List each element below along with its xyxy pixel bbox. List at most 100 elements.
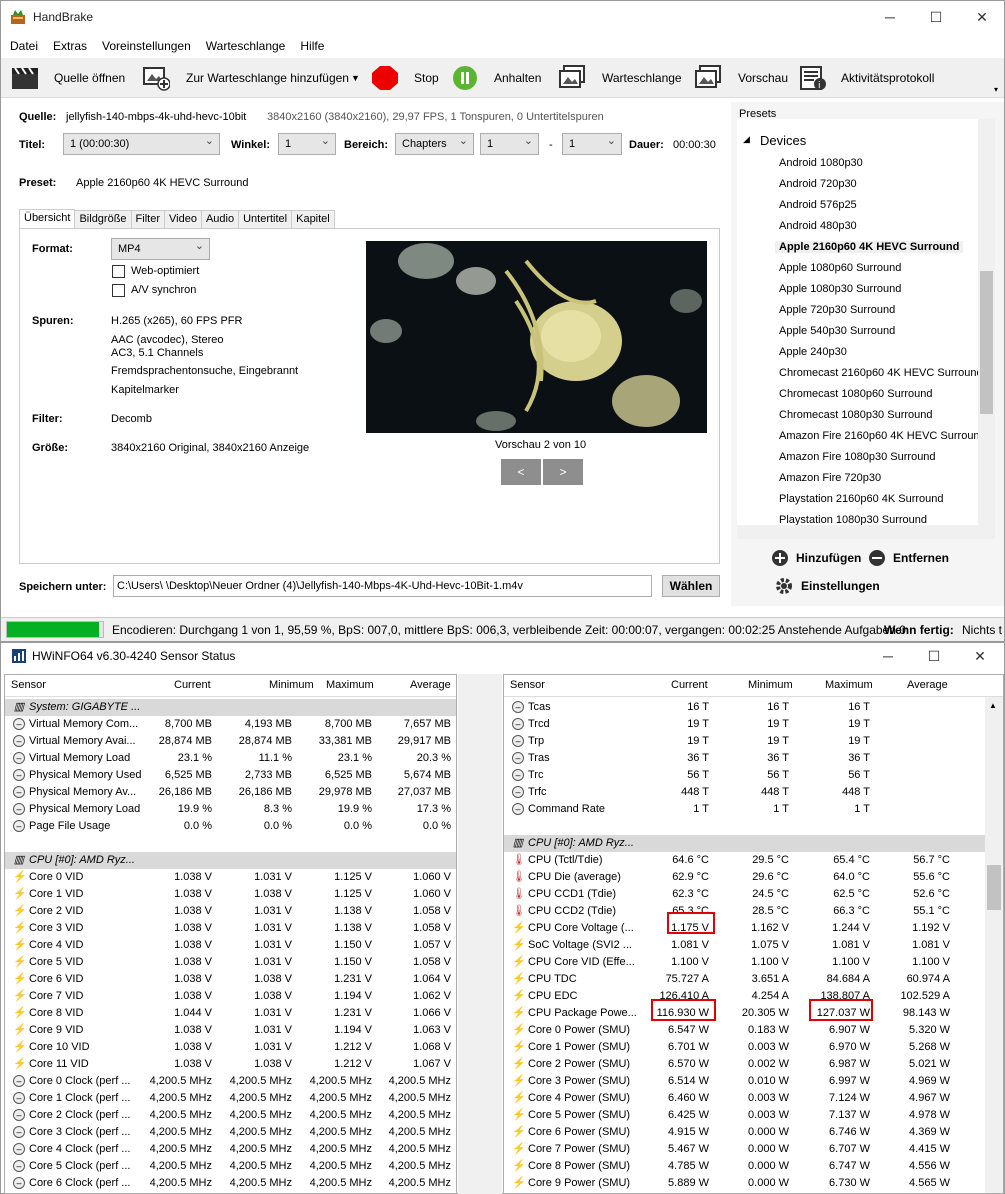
col-current-r[interactable]: Current [671, 679, 708, 691]
table-row[interactable]: – Virtual Memory Load 23.1 % 11.1 % 23.1 % 20… [5, 750, 456, 767]
table-row[interactable]: ⚡ Core 7 VID 1.038 V 1.038 V 1.194 V 1.062 V [5, 988, 456, 1005]
table-row[interactable]: – Physical Memory Av... 26,186 MB 26,186 MB… [5, 784, 456, 801]
table-row[interactable]: ⚡ Core 8 Power (SMU) 4.785 W 0.000 W 6.747 W… [504, 1158, 1003, 1175]
table-row[interactable]: ⚡ CPU Package Powe... 116.930 W 20.305 W 127… [504, 1005, 1003, 1022]
preset-item[interactable]: Android 576p25 [779, 199, 857, 211]
table-row[interactable]: ⚡ Core 0 Power (SMU) 6.547 W 0.183 W 6.907 W… [504, 1022, 1003, 1039]
col-maximum[interactable]: Maximum [326, 679, 374, 691]
table-row[interactable]: – Trc 56 T 56 T 56 T [504, 767, 1003, 784]
angle-select[interactable]: 1 [278, 131, 336, 155]
when-done-value[interactable]: Nichts t [962, 623, 1002, 637]
tab-filters[interactable]: Filter [130, 210, 165, 229]
table-row[interactable]: – Virtual Memory Com... 8,700 MB 4,193 MB 8,… [5, 716, 456, 733]
preset-item[interactable]: Amazon Fire 1080p30 Surround [779, 451, 936, 463]
preset-item[interactable]: Amazon Fire 2160p60 4K HEVC Surround [779, 430, 986, 442]
activity-log-button[interactable]: Aktivitätsprotokoll [841, 66, 934, 90]
table-row[interactable]: ⚡ CPU TDC 75.727 A 3.651 A 84.684 A 60.974 A [504, 971, 1003, 988]
table-row[interactable]: ⚡ SoC Voltage (SVI2 ... 1.081 V 1.075 V 1.08… [504, 937, 1003, 954]
preset-item[interactable]: Amazon Fire 720p30 [779, 472, 881, 484]
remove-preset-button[interactable]: Entfernen [893, 551, 949, 565]
table-row[interactable]: – Tcas 16 T 16 T 16 T [504, 699, 1003, 716]
preset-item[interactable]: Android 1080p30 [779, 157, 863, 169]
table-row[interactable]: – Trp 19 T 19 T 19 T [504, 733, 1003, 750]
col-minimum[interactable]: Minimum [269, 679, 314, 691]
range-from-select[interactable]: 1 [480, 131, 539, 155]
table-row[interactable]: 🌡 CPU (Tctl/Tdie) 64.6 °C 29.5 °C 65.4 °C 56.… [504, 852, 1003, 869]
table-row[interactable]: – Core 6 Clock (perf ... 4,200.5 MHz 4,200.… [5, 1175, 456, 1192]
table-row[interactable]: ⚡ Core 0 VID 1.038 V 1.031 V 1.125 V 1.060 V [5, 869, 456, 886]
add-preset-button[interactable]: Hinzufügen [796, 551, 861, 565]
col-maximum-r[interactable]: Maximum [825, 679, 873, 691]
preview-button[interactable]: Vorschau [738, 66, 788, 90]
queue-button[interactable]: Warteschlange [602, 66, 682, 90]
table-row[interactable]: ⚡ Core 5 Power (SMU) 6.425 W 0.003 W 7.137 W… [504, 1107, 1003, 1124]
format-select[interactable]: MP4 [111, 236, 210, 260]
preset-item[interactable]: Chromecast 2160p60 4K HEVC Surround [779, 367, 983, 379]
table-row[interactable]: ⚡ Core 4 VID 1.038 V 1.031 V 1.150 V 1.057 V [5, 937, 456, 954]
table-row[interactable]: – Core 5 Clock (perf ... 4,200.5 MHz 4,200.… [5, 1158, 456, 1175]
preset-item[interactable]: Apple 1080p30 Surround [779, 283, 901, 295]
col-average[interactable]: Average [410, 679, 451, 691]
preset-item[interactable]: Chromecast 1080p60 Surround [779, 388, 932, 400]
preset-item[interactable]: Apple 240p30 [779, 346, 847, 358]
menu-file[interactable]: Datei [1, 37, 44, 55]
group-header[interactable]: ▥ CPU [#0]: AMD Ryz... [5, 852, 456, 869]
col-current[interactable]: Current [174, 679, 211, 691]
table-row[interactable]: ⚡ Core 9 VID 1.038 V 1.031 V 1.194 V 1.063 V [5, 1022, 456, 1039]
col-sensor-r[interactable]: Sensor [510, 679, 545, 691]
table-row[interactable]: ⚡ Core 7 Power (SMU) 5.467 W 0.000 W 6.707 W… [504, 1141, 1003, 1158]
dropdown-arrow-icon[interactable]: ▼ [351, 66, 360, 90]
sensor-scrollbar[interactable] [985, 697, 1003, 1193]
stop-button[interactable]: Stop [414, 66, 439, 90]
table-row[interactable]: 🌡 CPU CCD2 (Tdie) 65.3 °C 28.5 °C 66.3 °C 55.… [504, 903, 1003, 920]
table-row[interactable]: ⚡ Core 11 VID 1.038 V 1.038 V 1.212 V 1.067 V [5, 1056, 456, 1073]
preset-item[interactable]: Apple 2160p60 4K HEVC Surround [775, 241, 964, 253]
col-sensor[interactable]: Sensor [11, 679, 46, 691]
preset-item[interactable]: Apple 1080p60 Surround [779, 262, 901, 274]
preset-item[interactable]: Playstation 2160p60 4K Surround [779, 493, 944, 505]
table-row[interactable]: – Core 4 Clock (perf ... 4,200.5 MHz 4,200.… [5, 1141, 456, 1158]
close-button[interactable]: ✕ [959, 1, 1005, 33]
table-row[interactable]: ⚡ Core 10 VID 1.038 V 1.031 V 1.212 V 1.068 V [5, 1039, 456, 1056]
pause-button[interactable]: Anhalten [494, 66, 541, 90]
preview-prev-button[interactable]: < [501, 459, 541, 485]
menu-tools[interactable]: Extras [44, 37, 93, 55]
col-minimum-r[interactable]: Minimum [748, 679, 793, 691]
table-row[interactable]: – Core 1 Clock (perf ... 4,200.5 MHz 4,200.… [5, 1090, 456, 1107]
sensor-scroll-thumb[interactable] [987, 865, 1001, 910]
preset-item[interactable]: Chromecast 1080p30 Surround [779, 409, 932, 421]
table-row[interactable]: ⚡ Core 3 VID 1.038 V 1.031 V 1.138 V 1.058 V [5, 920, 456, 937]
table-row[interactable]: – Tras 36 T 36 T 36 T [504, 750, 1003, 767]
table-row[interactable]: – Core 2 Clock (perf ... 4,200.5 MHz 4,200.… [5, 1107, 456, 1124]
table-row[interactable]: 🌡 CPU Die (average) 62.9 °C 29.6 °C 64.0 °C 5… [504, 869, 1003, 886]
open-source-button[interactable]: Quelle öffnen [54, 66, 125, 90]
table-row[interactable]: – Core 3 Clock (perf ... 4,200.5 MHz 4,200.… [5, 1124, 456, 1141]
maximize-button[interactable]: ☐ [913, 1, 959, 33]
table-row[interactable]: ⚡ CPU EDC 126.410 A 4.254 A 138.807 A 102.529… [504, 988, 1003, 1005]
preset-item[interactable]: Android 480p30 [779, 220, 857, 232]
hw-minimize-button[interactable]: ─ [865, 640, 911, 672]
add-to-queue-button[interactable]: Zur Warteschlange hinzufügen [186, 66, 349, 90]
preset-settings-button[interactable]: Einstellungen [801, 579, 880, 593]
table-row[interactable]: – Core 0 Clock (perf ... 4,200.5 MHz 4,200.… [5, 1073, 456, 1090]
group-header[interactable]: ▥ System: GIGABYTE ... [5, 699, 456, 716]
menu-help[interactable]: Hilfe [291, 37, 330, 55]
scroll-up-icon[interactable]: ▲ [989, 701, 997, 710]
presets-hscrollbar[interactable] [737, 525, 995, 539]
table-row[interactable]: ⚡ Core 6 VID 1.038 V 1.038 V 1.231 V 1.064 V [5, 971, 456, 988]
menu-presets[interactable]: Voreinstellungen [93, 37, 197, 55]
presets-group-devices[interactable]: Devices [760, 133, 806, 148]
table-row[interactable]: 🌡 CPU CCD1 (Tdie) 62.3 °C 24.5 °C 62.5 °C 52.… [504, 886, 1003, 903]
tab-audio[interactable]: Audio [200, 210, 240, 229]
table-row[interactable]: ⚡ Core 6 Power (SMU) 4.915 W 0.000 W 6.746 W… [504, 1124, 1003, 1141]
table-row[interactable]: – Physical Memory Used 6,525 MB 2,733 MB 6,5… [5, 767, 456, 784]
table-row[interactable]: ⚡ Core 9 Power (SMU) 5.889 W 0.000 W 6.730 W… [504, 1175, 1003, 1192]
range-type-select[interactable]: Chapters [395, 131, 474, 155]
table-row[interactable]: – Page File Usage 0.0 % 0.0 % 0.0 % 0.0 % [5, 818, 456, 835]
preset-item[interactable]: Apple 720p30 Surround [779, 304, 895, 316]
web-optimized-checkbox[interactable] [112, 265, 125, 278]
range-to-select[interactable]: 1 [562, 131, 622, 155]
hw-maximize-button[interactable]: ☐ [911, 640, 957, 672]
tab-chapters[interactable]: Kapitel [291, 210, 335, 229]
preset-item[interactable]: Android 720p30 [779, 178, 857, 190]
